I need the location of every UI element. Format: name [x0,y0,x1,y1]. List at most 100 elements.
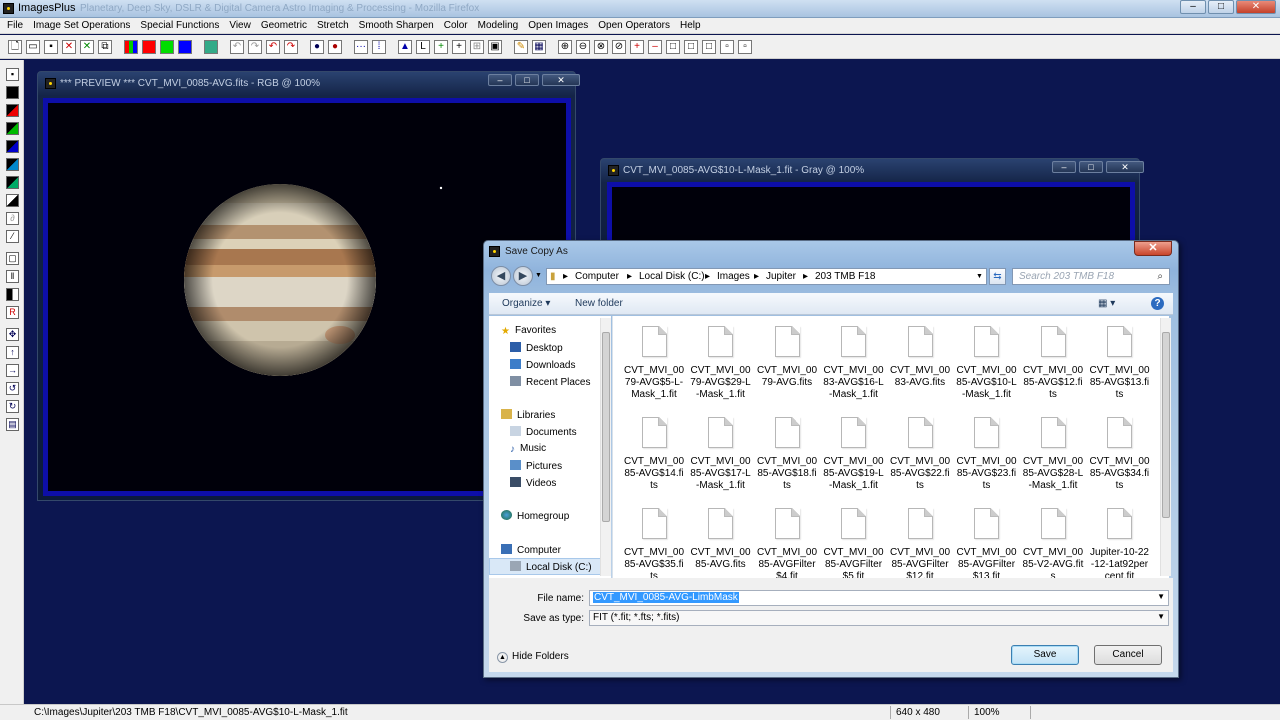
nav-favorites[interactable]: ★ Favorites [501,325,556,337]
add-icon[interactable]: + [630,40,644,54]
cursor-cross-icon[interactable]: + [452,40,466,54]
menu-special-functions[interactable]: Special Functions [136,18,223,33]
red-channel-icon[interactable] [142,40,156,54]
green-channel-icon[interactable] [160,40,174,54]
preview-maximize-button[interactable]: □ [515,74,539,86]
file-item[interactable]: CVT_MVI_0085-AVG$23.fits [956,417,1018,492]
file-item[interactable]: CVT_MVI_0085-AVG$14.fits [623,417,685,492]
menu-view[interactable]: View [225,18,255,33]
dotted-select-icon[interactable]: ⁞ [372,40,386,54]
save-type-dropdown-icon[interactable]: ▼ [1157,612,1165,621]
arrow-right-icon[interactable]: → [6,364,19,377]
blue-channel-icon[interactable] [178,40,192,54]
redo-icon[interactable]: ↷ [284,40,298,54]
arrow-up-icon[interactable]: ↑ [6,346,19,359]
search-input[interactable]: Search 203 TMB F18 ⌕ [1012,268,1170,285]
breadcrumb-current-folder[interactable]: 203 TMB F18 [815,271,875,282]
nav-scrollbar[interactable] [600,318,611,576]
frame-5-icon[interactable]: ▫ [738,40,752,54]
menu-smooth-sharpen[interactable]: Smooth Sharpen [355,18,438,33]
organize-button[interactable]: Organize ▾ [502,298,550,309]
file-item[interactable]: CVT_MVI_0085-AVG$34.fits [1089,417,1151,492]
cancel-button[interactable]: Cancel [1094,645,1162,665]
zoom-actual-icon[interactable]: ⊘ [612,40,626,54]
file-item[interactable]: Jupiter-10-22-12-1at92percent.fit [1089,508,1151,583]
file-item[interactable]: CVT_MVI_0085-AVG$18.fits [756,417,818,492]
undo-disabled-icon[interactable]: ↶ [230,40,244,54]
save-icon[interactable]: ▪ [6,68,19,81]
save-button[interactable]: Save [1011,645,1079,665]
address-dropdown-icon[interactable]: ▼ [976,273,983,280]
document-icon[interactable]: ▤ [6,418,19,431]
file-scrollbar[interactable] [1160,318,1171,576]
red-split-icon[interactable] [6,104,19,117]
view-options-icon[interactable]: ▦ ▾ [1098,298,1115,309]
move-icon[interactable]: ✥ [6,328,19,341]
select-box-icon[interactable]: ▢ [6,252,19,265]
address-bar[interactable]: ▮ ▸ Computer ▸ Local Disk (C:) ▸ Images … [546,268,987,285]
circle-select-icon[interactable]: ● [310,40,324,54]
dotted-line-icon[interactable]: ··· [354,40,368,54]
mask-close-button[interactable]: ✕ [1106,161,1144,173]
file-item[interactable]: CVT_MVI_0085-AVG$10-L-Mask_1.fit [956,326,1018,401]
slash-icon[interactable]: ⁄ [6,230,19,243]
rotate-right-icon[interactable]: ↻ [6,400,19,413]
nav-downloads[interactable]: Downloads [510,359,575,371]
hide-folders-button[interactable]: ▲ Hide Folders [497,651,569,663]
file-item[interactable]: CVT_MVI_0085-AVG$17-L-Mask_1.fit [690,417,752,492]
file-item[interactable]: CVT_MVI_0083-AVG$16-L-Mask_1.fit [823,326,885,401]
nav-pictures[interactable]: Pictures [510,460,562,472]
file-name-dropdown-icon[interactable]: ▼ [1157,592,1165,601]
file-item[interactable]: CVT_MVI_0079-AVG.fits [756,326,818,389]
back-button[interactable]: ◀ [491,266,511,286]
nav-computer[interactable]: Computer [501,544,561,556]
dialog-close-button[interactable]: ✕ [1134,241,1172,256]
refresh-icon[interactable]: ⇆ [989,268,1006,285]
recent-locations-icon[interactable]: ▼ [535,272,542,279]
grayscale-icon[interactable] [204,40,218,54]
file-item[interactable]: CVT_MVI_0085-AVG$22.fits [889,417,951,492]
rotate-left-icon[interactable]: ↺ [6,382,19,395]
nav-videos[interactable]: Videos [510,477,556,489]
file-item[interactable]: CVT_MVI_0079-AVG$29-L-Mask_1.fit [690,326,752,401]
close-image-icon[interactable]: ✕ [62,40,76,54]
nav-documents[interactable]: Documents [510,426,577,438]
file-name-input[interactable]: CVT_MVI_0085-AVG-LimbMask ▼ [589,590,1169,606]
file-item[interactable]: CVT_MVI_0085-AVG$12.fits [1022,326,1084,401]
zoom-out-icon[interactable]: ⊖ [576,40,590,54]
copy-icon[interactable]: ⧉ [98,40,112,54]
curve-icon[interactable]: L [416,40,430,54]
file-item[interactable]: CVT_MVI_0085-V2-AVG.fits [1022,508,1084,583]
new-icon[interactable]: 🗋 [8,40,22,54]
save-icon[interactable]: ▪ [44,40,58,54]
breadcrumb-jupiter[interactable]: Jupiter [766,271,796,282]
file-item[interactable]: CVT_MVI_0085-AVG$13.fits [1089,326,1151,401]
grid-disabled-icon[interactable]: ⊞ [470,40,484,54]
new-folder-button[interactable]: New folder [575,298,623,309]
close-all-icon[interactable]: ✕ [80,40,94,54]
grid-icon[interactable]: ▦ [532,40,546,54]
nav-local-disk[interactable]: Local Disk (C:) [510,561,592,573]
bars-icon[interactable]: ‖ [6,270,19,283]
menu-geometric[interactable]: Geometric [257,18,311,33]
black-channel-icon[interactable] [6,86,19,99]
breadcrumb-images[interactable]: Images [717,271,750,282]
preview-minimize-button[interactable]: – [488,74,512,86]
pencil-icon[interactable]: ✎ [514,40,528,54]
file-item[interactable]: CVT_MVI_0085-AVGFilter$13.fit [956,508,1018,583]
file-item[interactable]: CVT_MVI_0079-AVG$5-L-Mask_1.fit [623,326,685,401]
menu-file[interactable]: File [3,18,27,33]
open-folder-icon[interactable]: ▭ [26,40,40,54]
menu-image-set-operations[interactable]: Image Set Operations [29,18,134,33]
menu-help[interactable]: Help [676,18,705,33]
file-item[interactable]: CVT_MVI_0085-AVG$19-L-Mask_1.fit [823,417,885,492]
file-item[interactable]: CVT_MVI_0085-AVGFilter$12.fit [889,508,951,583]
crosshair-icon[interactable]: + [434,40,448,54]
circle-mask-icon[interactable]: ● [328,40,342,54]
nav-libraries[interactable]: Libraries [501,409,555,421]
rgb-channels-icon[interactable] [124,40,138,54]
minimize-button[interactable]: – [1180,0,1206,14]
menu-modeling[interactable]: Modeling [474,18,523,33]
help-icon[interactable]: ? [1151,297,1164,310]
camera-icon[interactable]: ▣ [488,40,502,54]
